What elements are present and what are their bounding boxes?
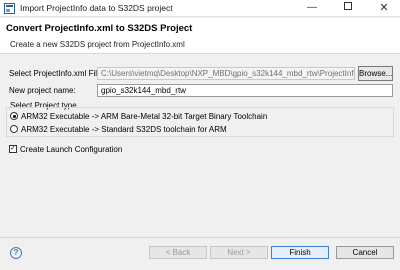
window-title: Import ProjectInfo data to S32DS project <box>20 3 173 13</box>
minimize-icon: — <box>307 2 317 13</box>
next-button[interactable]: Next > <box>210 246 268 259</box>
help-icon[interactable]: ? <box>10 247 22 259</box>
project-name-label: New project name: <box>9 86 76 95</box>
project-name-input[interactable]: gpio_s32k144_mbd_rtw <box>97 84 393 97</box>
finish-button[interactable]: Finish <box>271 246 329 259</box>
maximize-icon <box>344 2 352 11</box>
maximize-button[interactable] <box>330 0 366 17</box>
page-title: Convert ProjectInfo.xml to S32DS Project <box>6 23 193 34</box>
radio-arm-bare-metal-label[interactable]: ARM32 Executable -> ARM Bare-Metal 32-bi… <box>21 112 267 121</box>
footer-separator <box>0 237 400 238</box>
radio-standard-s32ds-label[interactable]: ARM32 Executable -> Standard S32DS toolc… <box>21 125 227 134</box>
launch-config-label[interactable]: Create Launch Configuration <box>20 145 122 154</box>
radio-standard-s32ds[interactable] <box>10 125 18 133</box>
back-button[interactable]: < Back <box>149 246 207 259</box>
close-button[interactable]: ✕ <box>366 0 400 17</box>
app-icon <box>4 3 15 14</box>
cancel-button[interactable]: Cancel <box>336 246 394 259</box>
projectinfo-path-field[interactable]: C:\Users\vietmq\Desktop\NXP_MBD\gpio_s32… <box>97 67 355 80</box>
minimize-button[interactable]: — <box>294 0 330 17</box>
window-titlebar: Import ProjectInfo data to S32DS project… <box>0 0 400 17</box>
close-icon: ✕ <box>379 2 389 14</box>
browse-button[interactable]: Browse... <box>358 66 393 81</box>
wizard-banner: Convert ProjectInfo.xml to S32DS Project… <box>0 18 400 54</box>
page-description: Create a new S32DS project from ProjectI… <box>10 40 185 49</box>
select-file-label: Select ProjectInfo.xml File: <box>9 69 104 78</box>
radio-arm-bare-metal[interactable] <box>10 112 18 120</box>
checkmark-icon: ✓ <box>10 145 16 152</box>
launch-config-checkbox[interactable]: ✓ <box>9 145 17 153</box>
